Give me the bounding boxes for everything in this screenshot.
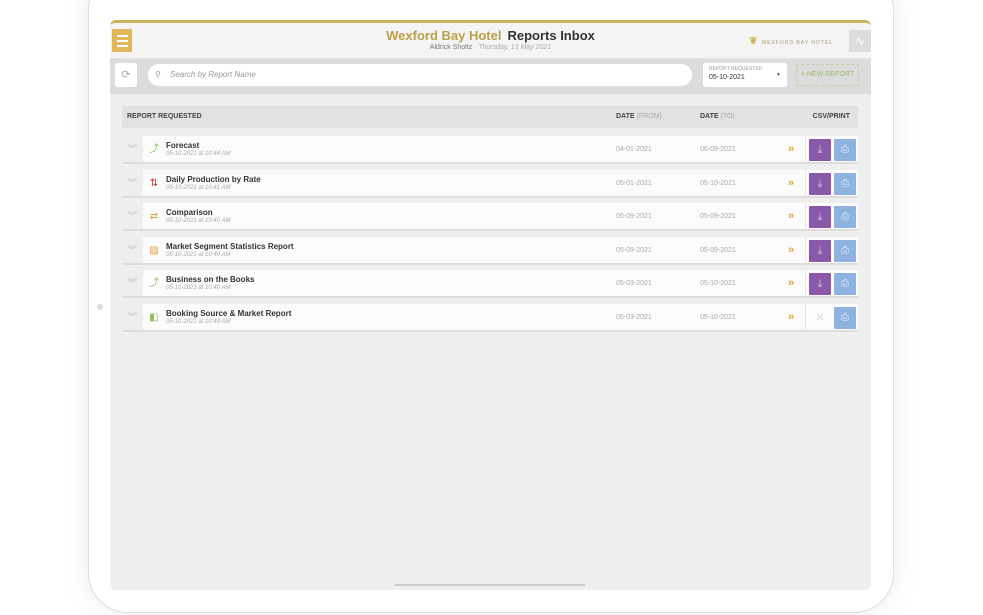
actions-cell: ⤓ ⎙ xyxy=(805,203,858,229)
print-button[interactable]: ⎙ xyxy=(834,139,856,161)
report-timestamp: 05-10-2021 at 10:41 AM xyxy=(166,185,231,191)
expand-chevron-icon[interactable]: ︾ xyxy=(122,136,143,162)
date-from: 04-01-2021 xyxy=(616,146,652,153)
select-value: 05-10-2021 xyxy=(709,74,745,81)
date-to: 05-10-2021 xyxy=(700,280,736,287)
expand-chevron-icon[interactable]: ︾ xyxy=(122,237,143,263)
download-csv-button[interactable]: ⤓ xyxy=(809,173,831,195)
table-header: REPORT REQUESTED DATE (FROM) DATE (TO) C… xyxy=(122,106,858,128)
open-report-icon[interactable]: » xyxy=(788,311,794,323)
report-timestamp: 05-10-2021 at 10:40 AM xyxy=(166,319,231,325)
table-row[interactable]: ︾ ⇄ Comparison 05-10-2021 at 10:40 AM 05… xyxy=(122,203,858,231)
actions-cell: ⤓ ⎙ xyxy=(805,136,858,162)
refresh-button[interactable]: ⟳ xyxy=(115,63,137,87)
date-to: 05-09-2021 xyxy=(700,213,736,220)
report-timestamp: 05-10-2021 at 10:40 AM xyxy=(166,285,231,291)
print-button[interactable]: ⎙ xyxy=(834,173,856,195)
open-report-icon[interactable]: » xyxy=(788,143,794,155)
download-csv-button[interactable]: ⤓ xyxy=(809,139,831,161)
activity-button[interactable]: ∿ xyxy=(849,30,871,52)
date-from: 05-03-2021 xyxy=(616,314,652,321)
actions-cell: ⤓ ⎙ xyxy=(805,237,858,263)
actions-cell: ✕ ⎙ xyxy=(805,304,858,330)
report-date-select[interactable]: REPORT REQUESTED 05-10-2021 ▼ xyxy=(703,63,787,87)
print-button[interactable]: ⎙ xyxy=(834,240,856,262)
report-name: Comparison xyxy=(166,208,213,217)
report-name: Forecast xyxy=(166,141,200,150)
new-report-button[interactable]: + NEW REPORT xyxy=(796,64,859,86)
date-from: 05-01-2021 xyxy=(616,180,652,187)
date-to: 05-09-2021 xyxy=(700,247,736,254)
user-name: Aldrick Sholtz xyxy=(429,44,473,51)
chart-icon: ▨ xyxy=(149,245,159,256)
col-to: DATE (TO) xyxy=(700,113,735,120)
report-name: Market Segment Statistics Report xyxy=(166,242,294,251)
hotel-logo: ❦ WEXFORD BAY HOTEL xyxy=(749,36,833,47)
search-icon: ⚲ xyxy=(155,70,161,79)
title-text: Reports Inbox xyxy=(507,28,595,43)
date-from: 05-09-2021 xyxy=(616,213,652,220)
expand-chevron-icon[interactable]: ︾ xyxy=(122,304,143,330)
header: Wexford Bay Hotel Reports Inbox Aldrick S… xyxy=(110,23,871,59)
col-from: DATE (FROM) xyxy=(616,113,662,120)
leaf-icon: ❦ xyxy=(749,36,759,47)
trend-up-icon: ⤴ xyxy=(149,144,159,155)
actions-cell: ⤓ ⎙ xyxy=(805,170,858,196)
download-unavailable-icon: ✕ xyxy=(815,312,825,324)
report-timestamp: 05-10-2021 at 10:44 AM xyxy=(166,151,231,157)
expand-chevron-icon[interactable]: ︾ xyxy=(122,203,143,229)
select-label: REPORT REQUESTED xyxy=(709,66,763,72)
download-csv-button[interactable]: ⤓ xyxy=(809,206,831,228)
print-button[interactable]: ⎙ xyxy=(834,273,856,295)
table-row[interactable]: ︾ ▨ Market Segment Statistics Report 05-… xyxy=(122,237,858,265)
open-report-icon[interactable]: » xyxy=(788,244,794,256)
open-report-icon[interactable]: » xyxy=(788,210,794,222)
hotel-name: Wexford Bay Hotel xyxy=(386,28,502,43)
logo-text: WEXFORD BAY HOTEL xyxy=(761,40,833,46)
date-from: 05-03-2021 xyxy=(616,280,652,287)
expand-chevron-icon[interactable]: ︾ xyxy=(122,170,143,196)
swap-icon: ⇄ xyxy=(149,211,159,222)
date-to: 06-09-2021 xyxy=(700,146,736,153)
toolbar: ⟳ ⚲ Search by Report Name REPORT REQUESTE… xyxy=(110,59,871,94)
search-placeholder: Search by Report Name xyxy=(170,70,256,79)
camera-dot xyxy=(97,304,103,310)
report-name: Daily Production by Rate xyxy=(166,175,261,184)
expand-chevron-icon[interactable]: ︾ xyxy=(122,270,143,296)
col-csv: CSV/PRINT xyxy=(812,113,850,120)
trend-up-icon: ⤴ xyxy=(149,278,159,289)
open-report-icon[interactable]: » xyxy=(788,277,794,289)
current-date: Thursday, 13 May 2021 xyxy=(478,44,552,51)
table-row[interactable]: ︾ ⤴ Business on the Books 05-10-2021 at … xyxy=(122,270,858,298)
download-csv-button[interactable]: ⤓ xyxy=(809,273,831,295)
print-button[interactable]: ⎙ xyxy=(834,206,856,228)
date-to: 05-10-2021 xyxy=(700,314,736,321)
open-report-icon[interactable]: » xyxy=(788,177,794,189)
download-csv-button[interactable]: ⤓ xyxy=(809,240,831,262)
report-timestamp: 05-10-2021 at 10:40 AM xyxy=(166,252,231,258)
home-indicator xyxy=(395,584,585,586)
app-screen: Wexford Bay Hotel Reports Inbox Aldrick S… xyxy=(110,20,871,590)
print-button[interactable]: ⎙ xyxy=(834,307,856,329)
table-row[interactable]: ︾ ⤴ Forecast 05-10-2021 at 10:44 AM 04-0… xyxy=(122,136,858,164)
date-to: 05-10-2021 xyxy=(700,180,736,187)
up-down-arrows-icon: ⇅ xyxy=(149,178,159,189)
table-row[interactable]: ︾ ◧ Booking Source & Market Report 05-10… xyxy=(122,304,858,332)
col-report: REPORT REQUESTED xyxy=(127,113,202,120)
source-icon: ◧ xyxy=(149,312,159,323)
report-timestamp: 05-10-2021 at 10:40 AM xyxy=(166,218,231,224)
report-name: Business on the Books xyxy=(166,275,255,284)
report-name: Booking Source & Market Report xyxy=(166,309,292,318)
actions-cell: ⤓ ⎙ xyxy=(805,270,858,296)
search-input[interactable]: ⚲ Search by Report Name xyxy=(148,64,692,86)
table-row[interactable]: ︾ ⇅ Daily Production by Rate 05-10-2021 … xyxy=(122,170,858,198)
caret-down-icon: ▼ xyxy=(776,72,781,78)
date-from: 05-09-2021 xyxy=(616,247,652,254)
